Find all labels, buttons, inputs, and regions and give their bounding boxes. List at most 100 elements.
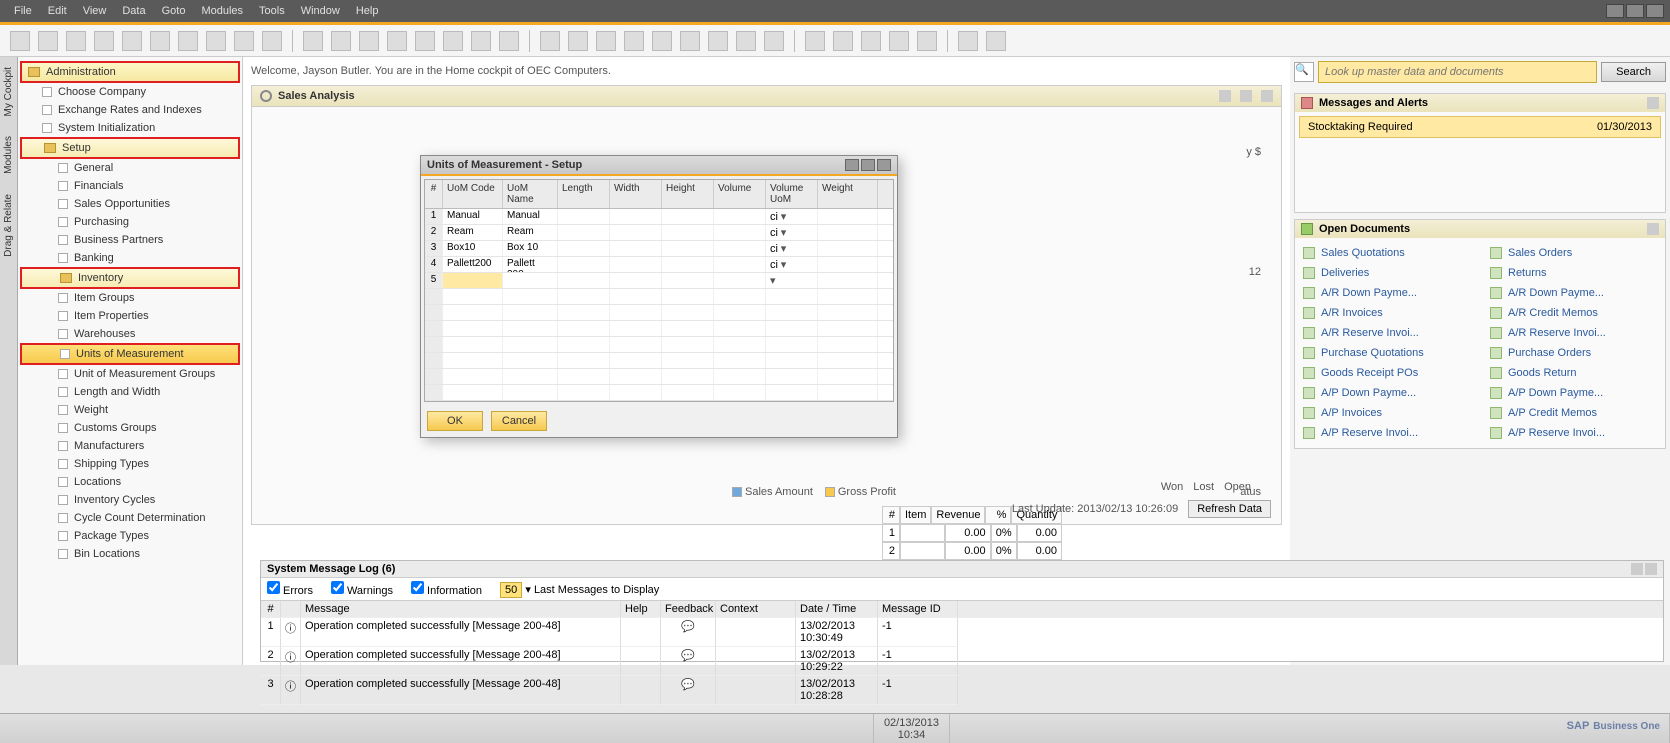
panel-next-icon[interactable] (1240, 90, 1252, 102)
errors-checkbox[interactable]: Errors (267, 581, 313, 597)
alert-row[interactable]: Stocktaking Required 01/30/2013 (1299, 116, 1661, 138)
vtab-drag[interactable]: Drag & Relate (1, 184, 16, 267)
syslog-min-icon[interactable] (1631, 563, 1643, 575)
vtab-modules[interactable]: Modules (1, 126, 16, 184)
doc1-icon[interactable] (540, 31, 560, 51)
excel-icon[interactable] (122, 31, 142, 51)
settings-icon[interactable] (986, 31, 1006, 51)
menu-goto[interactable]: Goto (154, 5, 194, 17)
mail2-icon[interactable] (833, 31, 853, 51)
doc6-icon[interactable] (680, 31, 700, 51)
doc3-icon[interactable] (596, 31, 616, 51)
ok-button[interactable]: OK (427, 411, 483, 431)
nav-manufacturers[interactable]: Manufacturers (20, 437, 240, 455)
first-record-icon[interactable] (359, 31, 379, 51)
nav-system-init[interactable]: System Initialization (20, 119, 240, 137)
nav-units-of-measurement[interactable]: Units of Measurement (20, 343, 240, 365)
doc-sales-quotations[interactable]: Sales Quotations (1303, 244, 1470, 262)
nav-setup[interactable]: Setup (20, 137, 240, 159)
refresh-circle-icon[interactable] (260, 90, 272, 102)
refresh-data-button[interactable]: Refresh Data (1188, 500, 1271, 518)
doc-ar-down-pay2[interactable]: A/R Down Payme... (1490, 284, 1657, 302)
nav-business-partners[interactable]: Business Partners (20, 231, 240, 249)
nav-locations[interactable]: Locations (20, 473, 240, 491)
search-icon[interactable]: 🔍 (1294, 62, 1314, 82)
doc5-icon[interactable] (652, 31, 672, 51)
nav-exchange-rates[interactable]: Exchange Rates and Indexes (20, 101, 240, 119)
doc-ap-down-pay[interactable]: A/P Down Payme... (1303, 384, 1470, 402)
search-input[interactable] (1318, 61, 1597, 83)
panel-tools-icon[interactable] (1261, 90, 1273, 102)
doc-ar-credit[interactable]: A/R Credit Memos (1490, 304, 1657, 322)
doc-ap-reserve2[interactable]: A/P Reserve Invoi... (1490, 424, 1657, 442)
nav-sales-opp[interactable]: Sales Opportunities (20, 195, 240, 213)
copy-icon[interactable] (331, 31, 351, 51)
doc-ap-invoices[interactable]: A/P Invoices (1303, 404, 1470, 422)
vtab-cockpit[interactable]: My Cockpit (1, 57, 16, 126)
doc-ap-reserve[interactable]: A/P Reserve Invoi... (1303, 424, 1470, 442)
nav-bin-locations[interactable]: Bin Locations (20, 545, 240, 563)
grid-row[interactable]: 4Pallett200Pallett 200ci ▾ (425, 257, 893, 273)
nav-package-types[interactable]: Package Types (20, 527, 240, 545)
information-checkbox[interactable]: Information (411, 581, 482, 597)
nav-banking[interactable]: Banking (20, 249, 240, 267)
dialog-close-icon[interactable] (877, 159, 891, 171)
pdf-icon[interactable] (178, 31, 198, 51)
cancel-button[interactable]: Cancel (491, 411, 547, 431)
menu-view[interactable]: View (75, 5, 115, 17)
doc-deliveries[interactable]: Deliveries (1303, 264, 1470, 282)
warnings-checkbox[interactable]: Warnings (331, 581, 393, 597)
nav-item-properties[interactable]: Item Properties (20, 307, 240, 325)
doc4-icon[interactable] (624, 31, 644, 51)
chart-icon[interactable] (861, 31, 881, 51)
filter-icon[interactable] (471, 31, 491, 51)
doc-ar-invoices[interactable]: A/R Invoices (1303, 304, 1470, 322)
doc7-icon[interactable] (708, 31, 728, 51)
help-icon[interactable] (917, 31, 937, 51)
nav-general[interactable]: General (20, 159, 240, 177)
users-icon[interactable] (889, 31, 909, 51)
prev-record-icon[interactable] (387, 31, 407, 51)
add-icon[interactable] (736, 31, 756, 51)
nav-customs-groups[interactable]: Customs Groups (20, 419, 240, 437)
grid-row[interactable]: 5 ▾ (425, 273, 893, 289)
sort-icon[interactable] (499, 31, 519, 51)
menu-modules[interactable]: Modules (193, 5, 251, 17)
nav-purchasing[interactable]: Purchasing (20, 213, 240, 231)
doc-ar-reserve2[interactable]: A/R Reserve Invoi... (1490, 324, 1657, 342)
syslog-row[interactable]: 3ⓘOperation completed successfully [Mess… (261, 676, 1663, 705)
new-doc-icon[interactable] (10, 31, 30, 51)
doc-purchase-quot[interactable]: Purchase Quotations (1303, 344, 1470, 362)
nav-uom-groups[interactable]: Unit of Measurement Groups (20, 365, 240, 383)
panel-prev-icon[interactable] (1219, 90, 1231, 102)
nav-weight[interactable]: Weight (20, 401, 240, 419)
minimize-icon[interactable] (1606, 4, 1624, 18)
maximize-icon[interactable] (1626, 4, 1644, 18)
nav-item-groups[interactable]: Item Groups (20, 289, 240, 307)
delete-icon[interactable] (303, 31, 323, 51)
menu-file[interactable]: File (6, 5, 40, 17)
doc-ap-down-pay2[interactable]: A/P Down Payme... (1490, 384, 1657, 402)
refresh-icon[interactable] (262, 31, 282, 51)
nav-cycle-count[interactable]: Cycle Count Determination (20, 509, 240, 527)
syslog-close-icon[interactable] (1645, 563, 1657, 575)
doc-ap-credit[interactable]: A/P Credit Memos (1490, 404, 1657, 422)
nav-shipping-types[interactable]: Shipping Types (20, 455, 240, 473)
doc-goods-receipt[interactable]: Goods Receipt POs (1303, 364, 1470, 382)
last-record-icon[interactable] (443, 31, 463, 51)
doc2-icon[interactable] (568, 31, 588, 51)
nav-inventory[interactable]: Inventory (20, 267, 240, 289)
calendar-icon[interactable] (805, 31, 825, 51)
menu-window[interactable]: Window (293, 5, 348, 17)
nav-length-width[interactable]: Length and Width (20, 383, 240, 401)
syslog-row[interactable]: 2ⓘOperation completed successfully [Mess… (261, 647, 1663, 676)
search-button[interactable]: Search (1601, 62, 1666, 82)
grid-row[interactable]: 2ReamReamci ▾ (425, 225, 893, 241)
check-icon[interactable] (764, 31, 784, 51)
nav-choose-company[interactable]: Choose Company (20, 83, 240, 101)
doc-sales-orders[interactable]: Sales Orders (1490, 244, 1657, 262)
export-icon[interactable] (94, 31, 114, 51)
doc-purchase-orders[interactable]: Purchase Orders (1490, 344, 1657, 362)
word-icon[interactable] (150, 31, 170, 51)
panel-tools-icon[interactable] (1647, 97, 1659, 109)
